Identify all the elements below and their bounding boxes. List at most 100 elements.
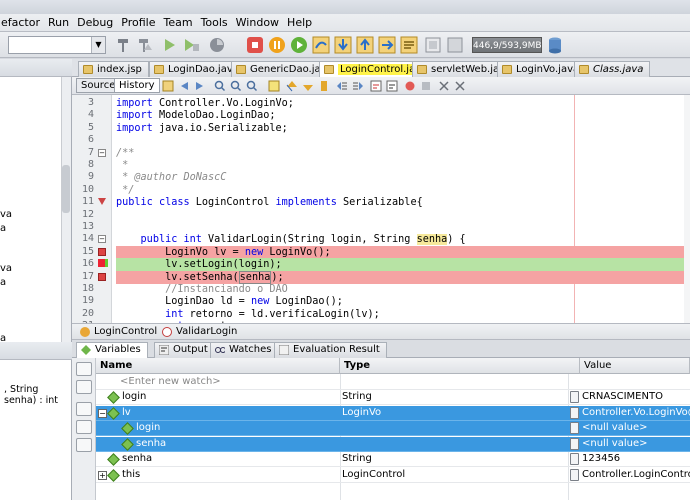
menu-item-window[interactable]: Window	[235, 16, 280, 29]
fold-icon[interactable]: −	[98, 235, 106, 244]
step-into-icon[interactable]	[334, 36, 352, 54]
show-classes-icon[interactable]	[76, 438, 92, 452]
variable-row[interactable]: senha <null value>	[96, 436, 690, 452]
stop-macro-icon[interactable]	[386, 80, 398, 92]
variable-row[interactable]: login <null value>	[96, 421, 690, 436]
last-edit-icon[interactable]	[162, 80, 174, 92]
code-line[interactable]: /**	[116, 147, 690, 160]
code-line[interactable]: */	[116, 184, 690, 197]
line-number-gutter[interactable]: 34567−891011121314−15161718192021	[72, 95, 112, 323]
breadcrumb-class[interactable]: LoginControl	[80, 326, 157, 338]
record-icon[interactable]	[404, 80, 416, 92]
tree-item-fragment[interactable]: va	[0, 263, 12, 274]
shift-left-icon[interactable]	[336, 80, 348, 92]
code-editor[interactable]: 34567−891011121314−15161718192021 import…	[72, 95, 690, 323]
breakpoint-icon[interactable]	[98, 247, 106, 256]
pause-icon[interactable]	[268, 36, 286, 54]
show-inherited-icon[interactable]	[76, 420, 92, 434]
chevron-down-icon[interactable]: ▼	[91, 37, 105, 53]
tab-index-jsp[interactable]: index.jsp	[78, 61, 149, 77]
debug-icon[interactable]	[182, 36, 200, 54]
apply-code-changes-icon[interactable]	[400, 36, 418, 54]
code-line[interactable]: LoginDao ld = new LoginDao();	[116, 295, 690, 308]
clean-build-icon[interactable]	[136, 36, 154, 54]
navigator-method-fragment[interactable]: , String senha) : int	[4, 384, 71, 406]
breakpoint-icon[interactable]	[98, 272, 106, 281]
code-line[interactable]: //Instanciando o DAO	[116, 283, 690, 296]
code-line[interactable]: public int ValidarLogin(String login, St…	[116, 233, 690, 246]
find-selection-icon[interactable]	[246, 80, 258, 92]
tab-variables[interactable]: Variables	[76, 342, 148, 358]
profile-icon[interactable]	[208, 36, 226, 54]
edit-value-button[interactable]	[570, 453, 579, 465]
run-to-cursor-icon[interactable]	[378, 36, 396, 54]
code-line[interactable]	[116, 209, 690, 222]
show-static-icon[interactable]	[76, 402, 92, 416]
watch-input-row[interactable]: <Enter new watch>	[96, 375, 690, 390]
hammer-icon[interactable]	[114, 36, 132, 54]
scrollbar-thumb[interactable]	[62, 165, 70, 213]
memory-indicator[interactable]: 446,9/593,9MB	[472, 37, 542, 53]
menu-item-team[interactable]: Team	[162, 16, 193, 29]
prev-bookmark-icon[interactable]	[286, 80, 298, 92]
code-line[interactable]: import java.io.Serializable;	[116, 122, 690, 135]
code-line[interactable]: import ModeloDao.LoginDao;	[116, 109, 690, 122]
code-line[interactable]: public class LoginControl implements Ser…	[116, 196, 690, 209]
garbage-collect-icon[interactable]	[546, 36, 564, 54]
toggle-bookmark-icon[interactable]	[318, 80, 330, 92]
start-macro-icon[interactable]	[370, 80, 382, 92]
column-header-name[interactable]: Name	[96, 358, 340, 374]
code-line[interactable]: lv.setLogin(login);	[116, 258, 690, 272]
back-icon[interactable]	[178, 80, 190, 92]
projects-scrollbar[interactable]	[61, 77, 71, 342]
code-line[interactable]	[116, 134, 690, 147]
variable-row[interactable]: +thisLoginControlController.LoginControl…	[96, 468, 690, 483]
run-icon[interactable]	[160, 36, 178, 54]
current-line-icon[interactable]	[98, 259, 108, 268]
find-previous-icon[interactable]	[214, 80, 226, 92]
variable-row[interactable]: login String CRNASCIMENTO	[96, 390, 690, 405]
stop-icon[interactable]	[246, 36, 264, 54]
edit-value-button[interactable]	[570, 468, 579, 481]
code-line[interactable]: lv.setSenha(senha);	[116, 270, 690, 284]
breadcrumb-method[interactable]: ValidarLogin	[162, 326, 237, 338]
tab-loginvo-java[interactable]: LoginVo.java	[497, 61, 587, 77]
history-button[interactable]: History	[114, 78, 160, 93]
tree-item-fragment[interactable]: a	[0, 223, 6, 234]
code-line[interactable]: *	[116, 159, 690, 172]
stop-record-icon[interactable]	[420, 80, 432, 92]
config-combo[interactable]: ▼	[8, 36, 106, 54]
code-line[interactable]: * @author DoNascC	[116, 171, 690, 184]
code-line[interactable]: LoginVo lv = new LoginVo();	[116, 245, 690, 259]
tree-item-fragment[interactable]: a	[0, 277, 6, 288]
code-line[interactable]	[116, 221, 690, 234]
column-header-type[interactable]: Type	[340, 358, 580, 374]
tab-evaluation-result[interactable]: Evaluation Result	[274, 342, 387, 358]
fold-icon[interactable]: −	[98, 148, 106, 157]
editor-scrollbar[interactable]	[684, 95, 690, 323]
variable-row[interactable]: −lvLoginVoController.Vo.LoginVo@1919bc	[96, 405, 690, 421]
toggle-highlight-icon[interactable]	[268, 80, 280, 92]
step-out-icon[interactable]	[356, 36, 374, 54]
find-next-icon[interactable]	[230, 80, 242, 92]
column-header-value[interactable]: Value	[580, 358, 690, 374]
pin-watch-icon[interactable]	[76, 362, 92, 376]
menu-item-debug[interactable]: Debug	[76, 16, 114, 29]
menu-item-profile[interactable]: Profile	[120, 16, 156, 29]
gc-icon[interactable]	[446, 36, 464, 54]
variable-row[interactable]: senha String 123456	[96, 452, 690, 467]
variables-settings-icon[interactable]	[76, 380, 92, 394]
tab-watches[interactable]: Watches	[210, 342, 279, 358]
menu-item-help[interactable]: Help	[286, 16, 313, 29]
continue-icon[interactable]	[290, 36, 308, 54]
watch-input[interactable]: <Enter new watch>	[120, 375, 221, 390]
forward-icon[interactable]	[194, 80, 206, 92]
tree-item-fragment[interactable]: va	[0, 209, 12, 220]
tab-class-java[interactable]: Class.java	[574, 61, 651, 77]
edit-value-button[interactable]	[570, 437, 579, 450]
edit-value-button[interactable]	[570, 406, 579, 419]
uncomment-icon[interactable]	[454, 80, 466, 92]
edit-value-button[interactable]	[570, 391, 579, 403]
code-line[interactable]: int retorno = ld.verificaLogin(lv);	[116, 308, 690, 321]
menu-item-efactor[interactable]: efactor	[0, 16, 41, 29]
